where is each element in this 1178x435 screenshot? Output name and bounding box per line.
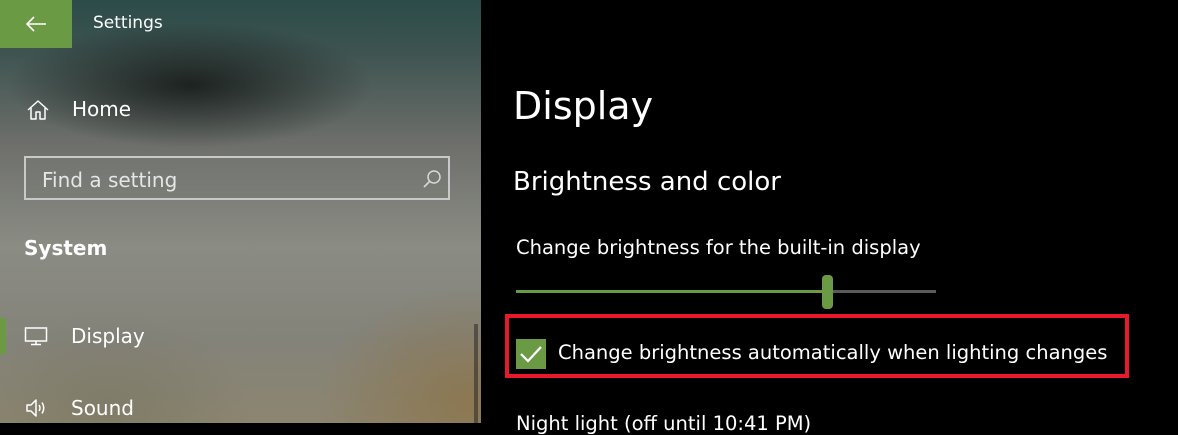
slider-fill bbox=[516, 290, 827, 293]
sidebar-item-label: Home bbox=[72, 97, 132, 121]
back-button[interactable] bbox=[0, 0, 72, 48]
sidebar-item-sound[interactable]: Sound bbox=[0, 388, 470, 423]
auto-brightness-checkbox[interactable] bbox=[516, 339, 546, 369]
brightness-label: Change brightness for the built-in displ… bbox=[516, 236, 921, 259]
app-title: Settings bbox=[93, 13, 163, 33]
home-icon bbox=[27, 100, 49, 120]
sidebar-scrollbar[interactable] bbox=[474, 324, 478, 423]
section-title: Brightness and color bbox=[513, 167, 781, 197]
speaker-icon bbox=[26, 399, 45, 417]
sidebar-item-display[interactable]: Display bbox=[0, 316, 470, 358]
search-input[interactable] bbox=[40, 166, 404, 194]
auto-brightness-label[interactable]: Change brightness automatically when lig… bbox=[558, 341, 1107, 364]
main-content: Display Brightness and color Change brig… bbox=[481, 0, 1178, 435]
brightness-slider[interactable] bbox=[516, 274, 936, 310]
section-heading: System bbox=[24, 236, 108, 260]
back-arrow-icon bbox=[25, 16, 46, 32]
sidebar-item-home[interactable]: Home bbox=[0, 88, 460, 130]
sidebar: Settings Home System Display Sound bbox=[0, 0, 481, 423]
selection-indicator bbox=[0, 318, 6, 354]
search-box[interactable] bbox=[24, 156, 450, 200]
checkmark-icon bbox=[520, 346, 542, 363]
search-icon[interactable] bbox=[422, 169, 442, 189]
page-title: Display bbox=[513, 84, 654, 128]
sidebar-item-label: Sound bbox=[71, 396, 134, 420]
night-light-label: Night light (off until 10:41 PM) bbox=[516, 412, 812, 435]
display-icon bbox=[24, 327, 48, 346]
sidebar-item-label: Display bbox=[71, 324, 145, 348]
slider-thumb[interactable] bbox=[821, 275, 833, 309]
